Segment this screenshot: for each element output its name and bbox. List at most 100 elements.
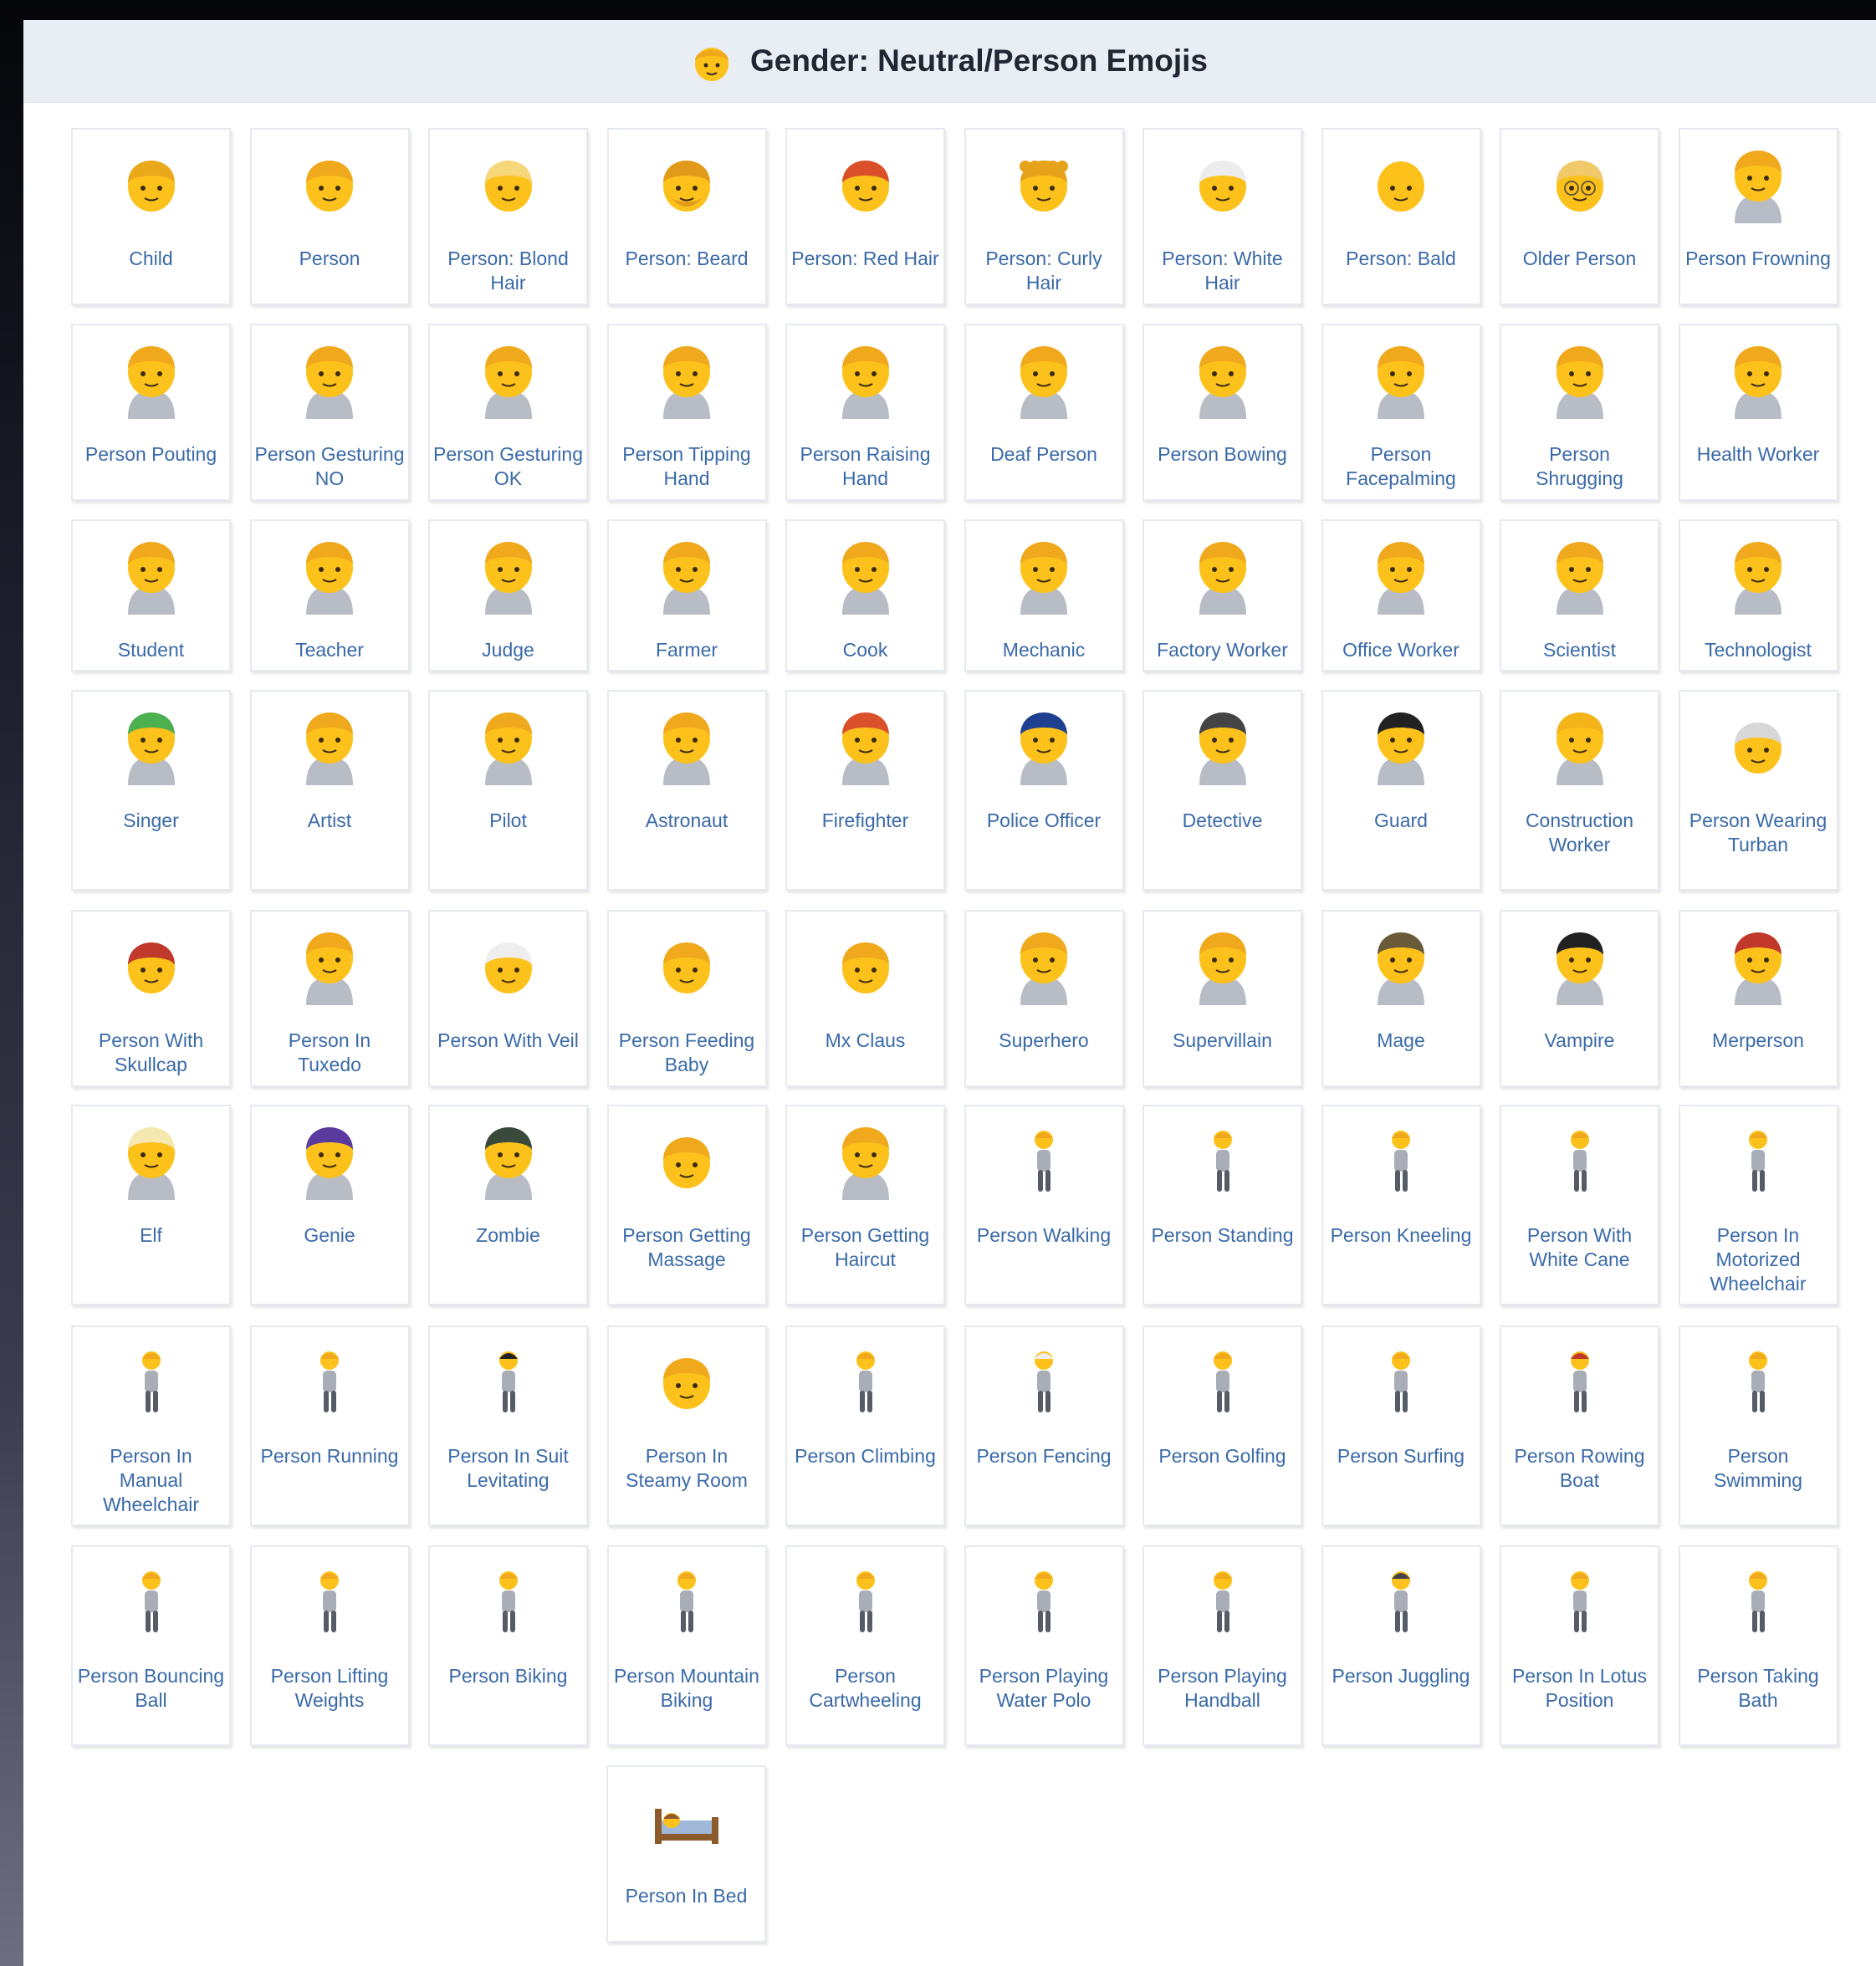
emoji-name-link[interactable]: Person Shrugging [1505, 442, 1654, 491]
emoji-name-link[interactable]: Person With White Cane [1505, 1223, 1654, 1272]
emoji-name-link[interactable]: Person: Beard [612, 247, 762, 271]
emoji-name-link[interactable]: Firefighter [790, 809, 940, 833]
emoji-card[interactable]: Person Playing Handball [1142, 1545, 1302, 1746]
emoji-card[interactable]: Person In Lotus Position [1500, 1545, 1659, 1746]
emoji-card[interactable]: Mage [1321, 910, 1481, 1087]
emoji-card[interactable]: Person With White Cane [1500, 1105, 1659, 1305]
emoji-name-link[interactable]: Person Biking [433, 1664, 583, 1688]
emoji-name-link[interactable]: Merperson [1684, 1029, 1833, 1053]
emoji-card[interactable]: Person Juggling [1321, 1545, 1481, 1746]
emoji-card[interactable]: Superhero [964, 910, 1124, 1087]
emoji-name-link[interactable]: Guard [1326, 809, 1476, 833]
emoji-name-link[interactable]: Person Rowing Boat [1505, 1444, 1654, 1493]
emoji-name-link[interactable]: Scientist [1505, 638, 1654, 662]
emoji-card[interactable]: Scientist [1500, 519, 1659, 672]
emoji-card[interactable]: Technologist [1678, 519, 1838, 672]
emoji-name-link[interactable]: Mx Claus [790, 1029, 940, 1053]
emoji-name-link[interactable]: Person With Skullcap [76, 1029, 226, 1077]
emoji-card[interactable]: Person: Blond Hair [428, 128, 588, 305]
emoji-name-link[interactable]: Person In Manual Wheelchair [76, 1444, 226, 1517]
emoji-card[interactable]: Person In Steamy Room [606, 1325, 767, 1526]
emoji-name-link[interactable]: Judge [433, 638, 583, 662]
emoji-card[interactable]: Person Feeding Baby [606, 910, 767, 1087]
emoji-name-link[interactable]: Person Swimming [1684, 1444, 1833, 1493]
emoji-card[interactable]: Deaf Person [964, 324, 1124, 501]
emoji-name-link[interactable]: Singer [76, 809, 226, 833]
emoji-card[interactable]: Person In Bed [606, 1765, 766, 1943]
emoji-card[interactable]: Person In Motorized Wheelchair [1678, 1105, 1838, 1305]
emoji-name-link[interactable]: Person In Suit Levitating [433, 1444, 583, 1493]
emoji-name-link[interactable]: Person Surfing [1326, 1444, 1476, 1468]
emoji-name-link[interactable]: Person Getting Massage [612, 1223, 762, 1272]
emoji-name-link[interactable]: Person In Steamy Room [612, 1444, 762, 1493]
emoji-name-link[interactable]: Person Juggling [1326, 1664, 1476, 1688]
emoji-card[interactable]: Person: White Hair [1142, 128, 1302, 305]
emoji-name-link[interactable]: Older Person [1505, 247, 1654, 271]
emoji-name-link[interactable]: Person Pouting [76, 442, 226, 467]
emoji-name-link[interactable]: Person Tipping Hand [612, 442, 762, 491]
emoji-name-link[interactable]: Person Cartwheeling [790, 1664, 940, 1713]
emoji-name-link[interactable]: Person Walking [969, 1223, 1119, 1248]
emoji-card[interactable]: Person In Manual Wheelchair [71, 1325, 231, 1526]
emoji-card[interactable]: Person: Beard [606, 128, 767, 305]
emoji-name-link[interactable]: Person In Motorized Wheelchair [1684, 1223, 1833, 1296]
emoji-name-link[interactable]: Person Playing Handball [1148, 1664, 1297, 1713]
emoji-name-link[interactable]: Person: Red Hair [790, 247, 940, 271]
emoji-card[interactable]: Cook [785, 519, 945, 672]
emoji-name-link[interactable]: Person Gesturing NO [255, 442, 405, 491]
emoji-card[interactable]: Teacher [249, 519, 410, 672]
emoji-card[interactable]: Person Bowing [1142, 324, 1302, 501]
emoji-card[interactable]: Person: Red Hair [785, 128, 945, 305]
emoji-name-link[interactable]: Person Golfing [1148, 1444, 1297, 1468]
emoji-name-link[interactable]: Technologist [1684, 638, 1833, 662]
emoji-name-link[interactable]: Mage [1326, 1029, 1476, 1053]
emoji-name-link[interactable]: Pilot [433, 809, 583, 833]
emoji-card[interactable]: Person Kneeling [1321, 1105, 1481, 1305]
emoji-card[interactable]: Person Frowning [1678, 128, 1838, 305]
emoji-name-link[interactable]: Person: Blond Hair [433, 247, 583, 295]
emoji-name-link[interactable]: Farmer [612, 638, 762, 662]
emoji-card[interactable]: Person In Suit Levitating [428, 1325, 588, 1526]
emoji-card[interactable]: Person Fencing [964, 1325, 1124, 1526]
emoji-name-link[interactable]: Person Gesturing OK [433, 442, 583, 491]
emoji-card[interactable]: Person Raising Hand [785, 324, 945, 501]
emoji-name-link[interactable]: Elf [76, 1223, 226, 1248]
emoji-name-link[interactable]: Person Lifting Weights [255, 1664, 405, 1713]
emoji-card[interactable]: Person Facepalming [1321, 324, 1481, 501]
emoji-card[interactable]: Person Playing Water Polo [964, 1545, 1124, 1746]
emoji-card[interactable]: Person Tipping Hand [606, 324, 767, 501]
emoji-card[interactable]: Guard [1321, 690, 1481, 891]
emoji-card[interactable]: Person Biking [428, 1545, 588, 1746]
emoji-card[interactable]: Person With Skullcap [71, 910, 231, 1087]
emoji-name-link[interactable]: Zombie [433, 1223, 583, 1248]
emoji-card[interactable]: Person [249, 128, 410, 305]
emoji-name-link[interactable]: Person: White Hair [1148, 247, 1297, 295]
emoji-name-link[interactable]: Artist [255, 809, 405, 833]
emoji-name-link[interactable]: Health Worker [1684, 442, 1833, 467]
emoji-card[interactable]: Person Swimming [1678, 1325, 1838, 1526]
emoji-name-link[interactable]: Person Climbing [790, 1444, 940, 1468]
emoji-card[interactable]: Person Standing [1142, 1105, 1302, 1305]
emoji-card[interactable]: Person Taking Bath [1678, 1545, 1838, 1746]
emoji-card[interactable]: Mechanic [964, 519, 1124, 672]
emoji-card[interactable]: Person Mountain Biking [606, 1545, 767, 1746]
emoji-name-link[interactable]: Person Wearing Turban [1684, 809, 1833, 857]
emoji-name-link[interactable]: Person: Bald [1326, 247, 1476, 271]
emoji-card[interactable]: Child [71, 128, 231, 305]
emoji-card[interactable]: Person Running [249, 1325, 410, 1526]
emoji-name-link[interactable]: Vampire [1505, 1029, 1654, 1053]
emoji-name-link[interactable]: Person Feeding Baby [612, 1029, 762, 1077]
emoji-card[interactable]: Person Walking [964, 1105, 1124, 1305]
emoji-name-link[interactable]: Person Taking Bath [1684, 1664, 1833, 1713]
emoji-card[interactable]: Detective [1142, 690, 1302, 891]
emoji-card[interactable]: Person Bouncing Ball [71, 1545, 231, 1746]
emoji-name-link[interactable]: Person With Veil [433, 1029, 583, 1053]
emoji-card[interactable]: Person Surfing [1321, 1325, 1481, 1526]
emoji-card[interactable]: Person Gesturing NO [249, 324, 410, 501]
emoji-name-link[interactable]: Construction Worker [1505, 809, 1654, 857]
emoji-card[interactable]: Farmer [606, 519, 767, 672]
emoji-card[interactable]: Person Climbing [785, 1325, 945, 1526]
emoji-name-link[interactable]: Cook [790, 638, 940, 662]
emoji-card[interactable]: Person Getting Massage [606, 1105, 767, 1305]
emoji-card[interactable]: Merperson [1678, 910, 1838, 1087]
